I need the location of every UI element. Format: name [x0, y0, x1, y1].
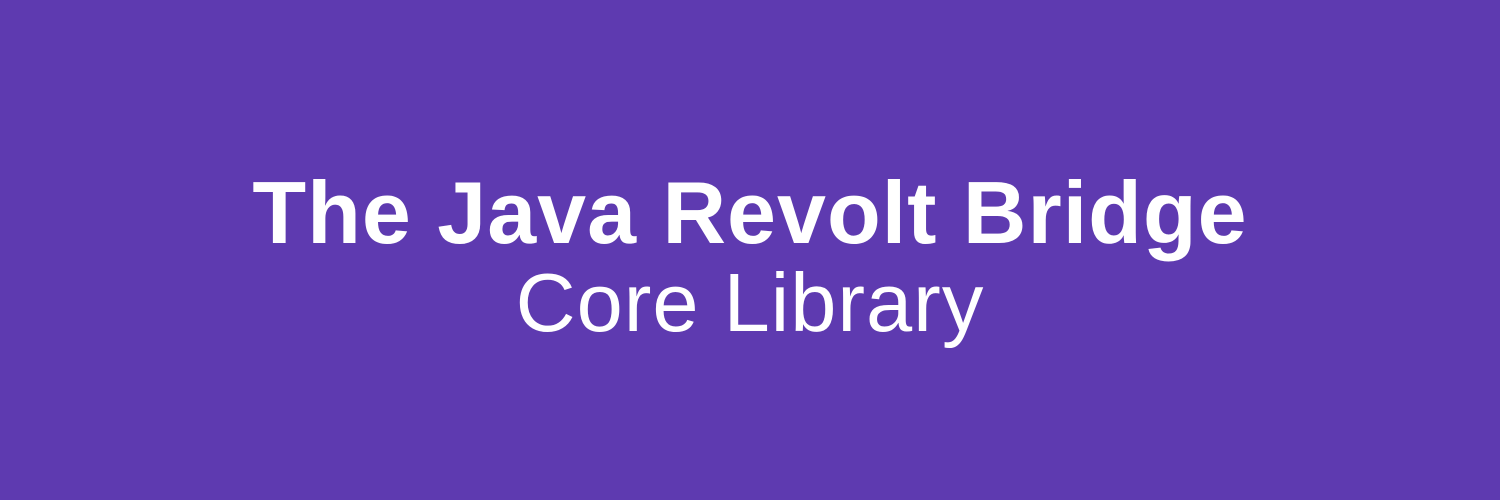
banner-subtitle: Core Library	[515, 256, 985, 349]
banner: The Java Revolt Bridge Core Library	[0, 0, 1500, 500]
banner-title: The Java Revolt Bridge	[252, 163, 1248, 262]
